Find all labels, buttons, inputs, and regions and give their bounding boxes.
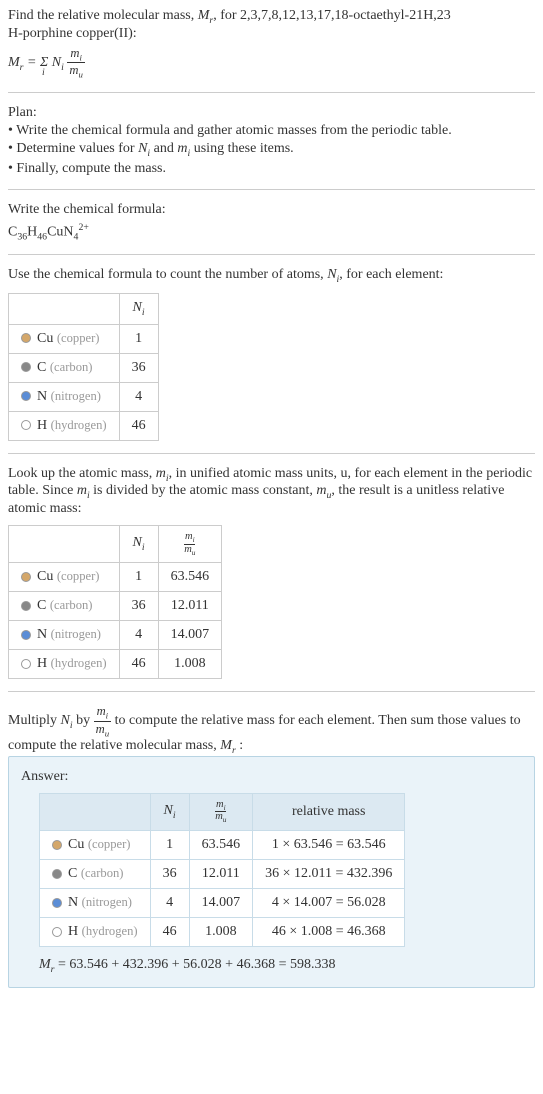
sigma-symbol: Σi (40, 55, 48, 71)
header-mass-ratio: mimu (189, 793, 253, 830)
step2-section: Use the chemical formula to count the nu… (8, 267, 535, 441)
table-row: N (nitrogen)4 (9, 382, 159, 411)
element-dot-icon (21, 630, 31, 640)
table-row: Cu (copper)1 (9, 324, 159, 353)
step1-title: Write the chemical formula: (8, 202, 535, 218)
table-row: H (hydrogen)461.00846 × 1.008 = 46.368 (40, 917, 405, 946)
divider (8, 453, 535, 454)
fraction: mi mu (94, 704, 112, 738)
table-row: H (hydrogen)46 (9, 411, 159, 440)
mr-symbol: Mr (198, 8, 214, 23)
step2-table: Ni Cu (copper)1 C (carbon)36 N (nitrogen… (8, 293, 159, 441)
element-dot-icon (52, 869, 62, 879)
element-dot-icon (52, 898, 62, 908)
table-header-row: Ni mimu (9, 526, 222, 563)
answer-title: Answer: (21, 769, 522, 785)
element-dot-icon (21, 659, 31, 669)
table-row: C (carbon)3612.011 (9, 592, 222, 621)
step3-text: Look up the atomic mass, mi, in unified … (8, 466, 535, 518)
plan-section: Plan: • Write the chemical formula and g… (8, 105, 535, 177)
element-dot-icon (21, 572, 31, 582)
plan-bullet-1: • Write the chemical formula and gather … (8, 123, 535, 139)
element-dot-icon (21, 333, 31, 343)
intro-equation: Mr = Σi Ni mi mu (8, 46, 535, 80)
step3-table: Ni mimu Cu (copper)163.546 C (carbon)361… (8, 525, 222, 679)
divider (8, 189, 535, 190)
fraction: mi mu (67, 46, 85, 80)
table-row: C (carbon)3612.01136 × 12.011 = 432.396 (40, 859, 405, 888)
step4-section: Multiply Ni by mi mu to compute the rela… (8, 704, 535, 988)
table-row: Cu (copper)163.546 (9, 563, 222, 592)
table-row: N (nitrogen)414.0074 × 14.007 = 56.028 (40, 888, 405, 917)
element-dot-icon (21, 420, 31, 430)
element-dot-icon (21, 391, 31, 401)
table-header-row: Ni mimu relative mass (40, 793, 405, 830)
intro-line1: Find the relative molecular mass, (8, 8, 198, 23)
header-ni: Ni (150, 793, 189, 830)
table-header-row: Ni (9, 293, 159, 324)
element-dot-icon (52, 927, 62, 937)
step1-section: Write the chemical formula: C36H46CuN42+ (8, 202, 535, 242)
table-row: H (hydrogen)461.008 (9, 650, 222, 679)
step3-section: Look up the atomic mass, mi, in unified … (8, 466, 535, 679)
final-equation: Mr = 63.546 + 432.396 + 56.028 + 46.368 … (21, 957, 522, 975)
header-ni: Ni (119, 293, 158, 324)
header-ni: Ni (119, 526, 158, 563)
divider (8, 92, 535, 93)
plan-bullet-2: • Determine values for Ni and mi using t… (8, 141, 535, 159)
plan-title: Plan: (8, 105, 535, 121)
divider (8, 691, 535, 692)
element-dot-icon (21, 362, 31, 372)
table-row: C (carbon)36 (9, 353, 159, 382)
header-blank (9, 293, 120, 324)
plan-bullet-3: • Finally, compute the mass. (8, 161, 535, 177)
step2-title: Use the chemical formula to count the nu… (8, 267, 535, 285)
element-dot-icon (52, 840, 62, 850)
header-relmass: relative mass (253, 793, 405, 830)
step4-text: Multiply Ni by mi mu to compute the rela… (8, 704, 535, 756)
answer-box: Answer: Ni mimu relative mass Cu (copper… (8, 756, 535, 988)
table-row: Cu (copper)163.5461 × 63.546 = 63.546 (40, 830, 405, 859)
divider (8, 254, 535, 255)
intro-text: Find the relative molecular mass, Mr, fo… (8, 8, 535, 80)
answer-table: Ni mimu relative mass Cu (copper)163.546… (39, 793, 405, 947)
table-row: N (nitrogen)414.007 (9, 621, 222, 650)
chemical-formula: C36H46CuN42+ (8, 222, 535, 242)
header-mass-ratio: mimu (158, 526, 222, 563)
element-dot-icon (21, 601, 31, 611)
